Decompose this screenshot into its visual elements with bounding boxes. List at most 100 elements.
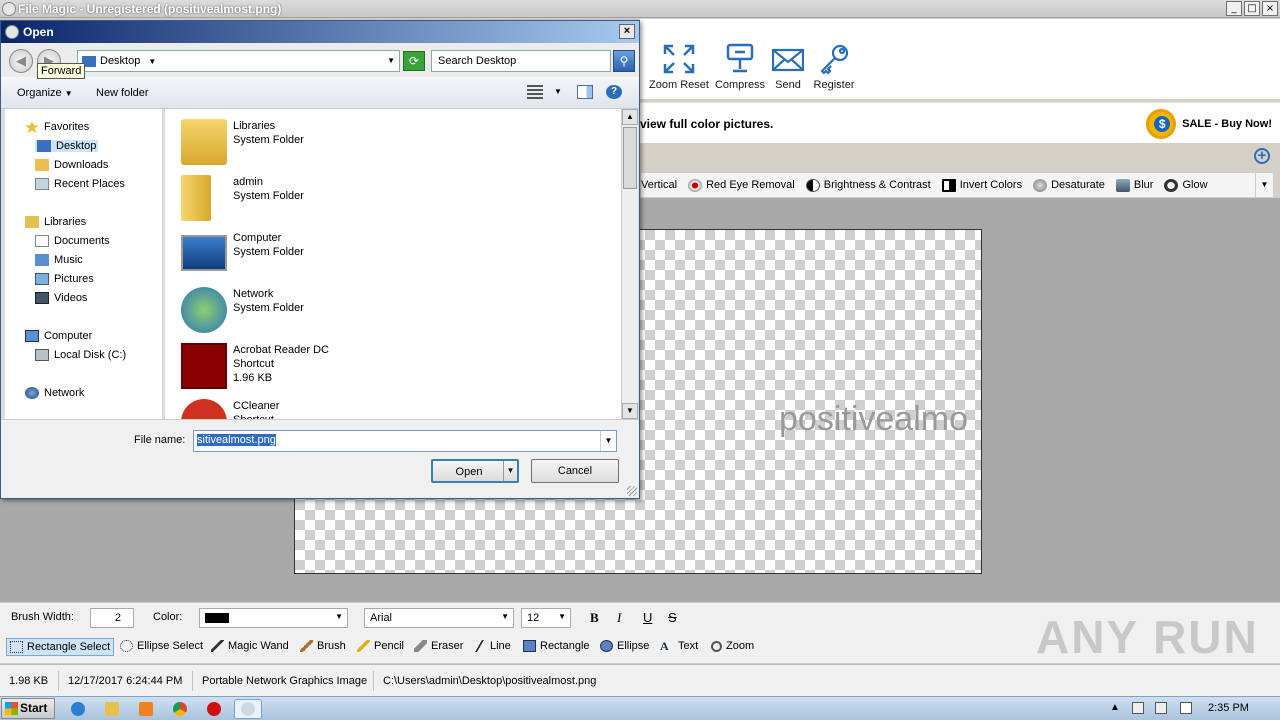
tray-network-icon[interactable] <box>1132 702 1144 714</box>
tool-zoom[interactable]: Zoom <box>711 640 754 652</box>
refresh-button[interactable]: ⟳ <box>403 51 425 71</box>
font-select[interactable]: Arial ▼ <box>364 608 514 628</box>
zoom-reset-button[interactable]: Zoom Reset <box>648 43 710 91</box>
view-options-icon[interactable] <box>527 85 543 99</box>
underline-button[interactable]: U <box>643 610 652 625</box>
file-item-ccleaner[interactable]: CCleanerShortcut <box>181 399 279 419</box>
help-icon[interactable]: ? <box>606 85 622 99</box>
font-size-select[interactable]: 12 ▼ <box>521 608 571 628</box>
address-bar[interactable]: Desktop ▼ ▼ <box>77 50 400 72</box>
back-button[interactable]: ◀ <box>9 49 33 73</box>
brush-width-stepper[interactable]: 2 <box>90 608 134 628</box>
color-picker[interactable]: ▼ <box>199 608 348 628</box>
file-item-acrobat[interactable]: Acrobat Reader DC Shortcut 1.96 KB <box>181 343 329 389</box>
nav-network[interactable]: Network <box>25 387 84 399</box>
dialog-close-button[interactable]: × <box>619 24 635 39</box>
tool-magic-wand[interactable]: Magic Wand <box>211 640 289 652</box>
add-effect-icon[interactable]: + <box>1254 148 1270 164</box>
tray-flag-icon[interactable] <box>1180 702 1192 714</box>
nav-favorites[interactable]: Favorites <box>25 121 89 133</box>
dialog-footer: File name: sitivealmost.png ▼ Open ▼ Can… <box>1 419 639 498</box>
taskbar-chrome-icon[interactable] <box>166 699 194 719</box>
minimize-button[interactable]: _ <box>1226 1 1242 16</box>
file-item-libraries[interactable]: Libraries System Folder <box>181 119 304 165</box>
effect-glow[interactable]: Glow <box>1164 178 1208 192</box>
effect-vertical[interactable]: Vertical <box>641 179 677 191</box>
open-split-dropdown-icon[interactable]: ▼ <box>503 461 517 481</box>
effect-invert-colors[interactable]: Invert Colors <box>941 178 1022 192</box>
effects-more-button[interactable]: ▼ <box>1255 173 1273 197</box>
resize-grip[interactable] <box>627 486 637 496</box>
cancel-button[interactable]: Cancel <box>531 459 619 483</box>
nav-libraries[interactable]: Libraries <box>25 216 86 228</box>
tool-ellipse[interactable]: Ellipse <box>600 640 649 652</box>
scroll-up-icon[interactable]: ▲ <box>622 109 638 125</box>
preview-pane-icon[interactable] <box>577 85 593 99</box>
nav-music[interactable]: Music <box>35 254 83 266</box>
file-list-scrollbar[interactable]: ▲ ▼ <box>621 109 638 419</box>
new-folder-button[interactable]: New folder <box>96 87 149 99</box>
tool-rectangle-select[interactable]: Rectangle Select <box>6 638 115 656</box>
taskbar-clock[interactable]: 2:35 PM <box>1208 702 1249 714</box>
key-icon <box>820 44 849 75</box>
effect-blur[interactable]: Blur <box>1115 178 1153 192</box>
tool-line[interactable]: Line <box>473 640 511 652</box>
tool-text[interactable]: A Text <box>660 640 698 652</box>
tray-volume-icon[interactable] <box>1155 702 1167 714</box>
file-name-input[interactable]: sitivealmost.png ▼ <box>193 430 617 452</box>
taskbar-opera-icon[interactable] <box>200 699 228 719</box>
file-item-computer[interactable]: Computer System Folder <box>181 231 304 271</box>
nav-documents[interactable]: Documents <box>35 235 110 247</box>
nav-videos[interactable]: Videos <box>35 292 87 304</box>
anyrun-watermark: ANY RUN <box>1036 611 1259 663</box>
effect-label: Brightness & Contrast <box>823 179 931 191</box>
effect-label: Glow <box>1182 179 1208 191</box>
dialog-command-bar: Organize ▼ New folder ▼ ? <box>1 77 639 109</box>
tray-arrow-icon[interactable]: ▲ <box>1110 702 1120 713</box>
nav-local-disk[interactable]: Local Disk (C:) <box>35 349 126 361</box>
chevron-down-icon[interactable]: ▼ <box>600 431 616 451</box>
italic-button[interactable]: I <box>617 610 621 626</box>
file-name: Libraries <box>233 120 276 132</box>
search-input[interactable]: Search Desktop <box>431 50 611 72</box>
taskbar-filemagic-icon[interactable] <box>234 699 262 719</box>
taskbar-media-icon[interactable] <box>132 699 160 719</box>
effect-desaturate[interactable]: Desaturate <box>1033 178 1105 192</box>
nav-recent-places[interactable]: Recent Places <box>35 178 125 190</box>
taskbar-ie-icon[interactable] <box>64 699 92 719</box>
scroll-thumb[interactable] <box>623 127 637 189</box>
search-icon[interactable]: ⚲ <box>613 50 635 72</box>
nav-pictures[interactable]: Pictures <box>35 273 94 285</box>
close-button[interactable]: × <box>1262 1 1278 16</box>
tool-brush[interactable]: Brush <box>300 640 346 652</box>
address-history-icon[interactable]: ▼ <box>387 56 395 65</box>
bold-button[interactable]: B <box>590 610 599 626</box>
chevron-down-icon[interactable]: ▼ <box>148 57 156 66</box>
dollar-sign: $ <box>1154 116 1171 132</box>
register-button[interactable]: Register <box>812 43 856 91</box>
scroll-down-icon[interactable]: ▼ <box>622 403 638 419</box>
open-button[interactable]: Open ▼ <box>431 459 519 483</box>
send-button[interactable]: Send <box>772 43 804 91</box>
nav-computer[interactable]: Computer <box>25 330 92 342</box>
compress-button[interactable]: Compress <box>714 43 766 91</box>
organize-button[interactable]: Organize ▼ <box>17 87 73 99</box>
effect-brightness-contrast[interactable]: Brightness & Contrast <box>805 178 931 192</box>
strikethrough-button[interactable]: S <box>668 610 677 625</box>
tool-pencil[interactable]: Pencil <box>357 640 404 652</box>
tool-rectangle[interactable]: Rectangle <box>523 640 590 652</box>
effect-red-eye-removal[interactable]: Red Eye Removal <box>688 178 795 192</box>
file-item-admin[interactable]: admin System Folder <box>181 175 304 221</box>
taskbar-explorer-icon[interactable] <box>98 699 126 719</box>
maximize-button[interactable]: □ <box>1244 1 1260 16</box>
view-dropdown-icon[interactable]: ▼ <box>554 87 562 96</box>
nav-downloads[interactable]: Downloads <box>35 159 108 171</box>
font-value: Arial <box>370 612 393 624</box>
tool-eraser[interactable]: Eraser <box>414 640 463 652</box>
start-button[interactable]: Start <box>1 698 55 719</box>
folder-icon <box>105 702 119 716</box>
tool-ellipse-select[interactable]: Ellipse Select <box>120 640 203 652</box>
sale-buy-now-button[interactable]: $ SALE - Buy Now! <box>1146 108 1272 140</box>
nav-desktop[interactable]: Desktop <box>35 140 99 152</box>
file-item-network[interactable]: Network System Folder <box>181 287 304 333</box>
